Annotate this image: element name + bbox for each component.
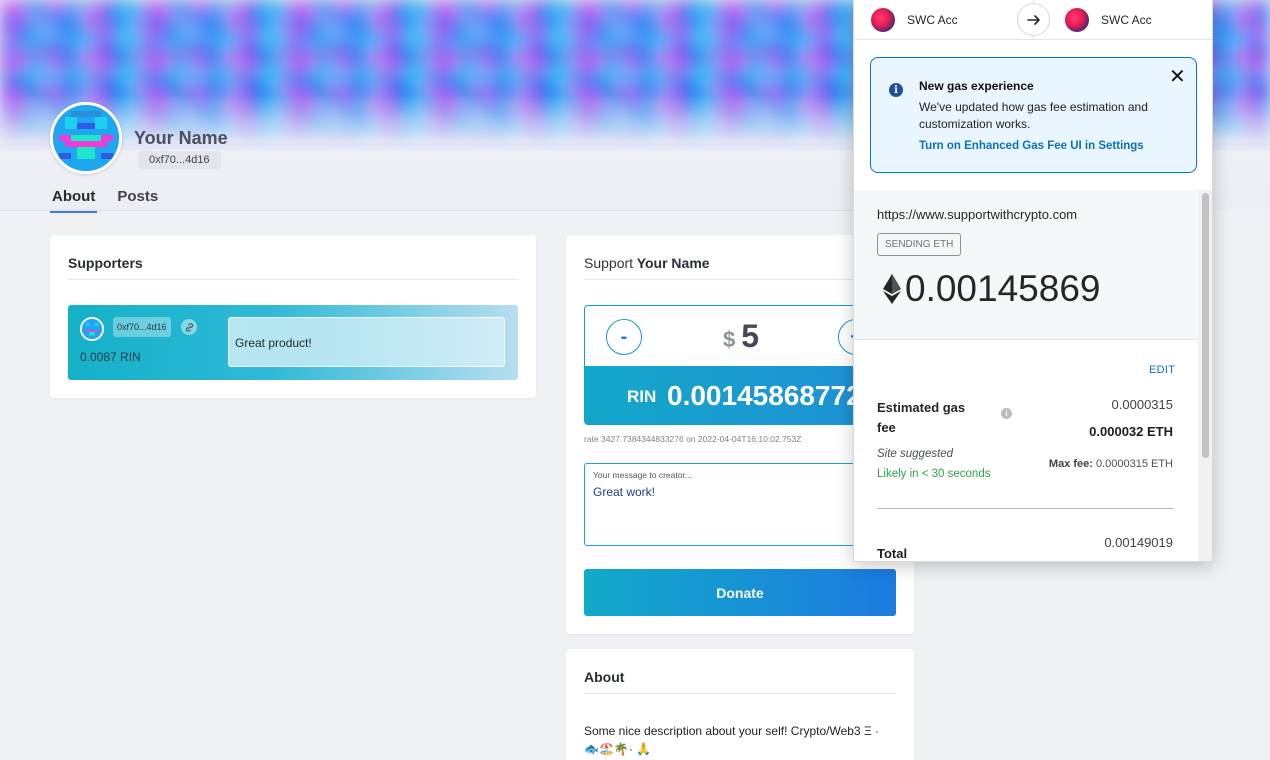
site-origin: https://www.supportwithcrypto.com <box>877 207 1078 222</box>
usd-amount[interactable]: 5 <box>741 318 759 354</box>
arrow-right-glyph <box>1026 14 1040 25</box>
from-account[interactable]: SWC Acc <box>871 8 958 32</box>
about-description: Some nice description about your self! C… <box>584 724 880 756</box>
crypto-amount: 0.00145868772 <box>667 380 862 411</box>
message-label: Your message to creator... <box>593 470 692 480</box>
message-value[interactable]: Great work! <box>593 485 887 499</box>
max-fee-label: Max fee: <box>1048 458 1093 470</box>
gas-notice-title: New gas experience <box>919 79 1034 93</box>
gas-fee-eth: 0.000032 ETH <box>1089 424 1173 439</box>
supporter-avatar-art <box>82 319 102 339</box>
to-account[interactable]: SWC Acc <box>1065 8 1152 32</box>
account-header: SWC Acc SWC Acc <box>854 0 1212 40</box>
gas-notice: i ✕ New gas experience We've updated how… <box>870 57 1197 173</box>
arrow-right-icon <box>1017 3 1050 36</box>
to-account-name: SWC Acc <box>1101 13 1152 27</box>
info-icon: i <box>889 83 903 97</box>
crypto-amount-bar: RIN 0.00145868772 <box>585 366 895 424</box>
total-label: Total <box>877 546 908 561</box>
supporter-message: Great product! <box>228 317 505 367</box>
total-divider <box>877 508 1174 509</box>
supporters-title: Supporters <box>68 255 518 280</box>
close-icon[interactable]: ✕ <box>1169 67 1186 87</box>
supporters-card: Supporters 0xf70...4d16 0.0087 RIN Great… <box>50 235 536 398</box>
account-avatar <box>871 8 895 32</box>
about-title: About <box>584 669 896 694</box>
site-suggested-label: Site suggested <box>877 448 954 460</box>
max-fee: Max fee: 0.0000315 ETH <box>1049 458 1173 470</box>
sending-badge: SENDING ETH <box>877 233 962 256</box>
eth-amount-value: 0.00145869 <box>905 268 1101 309</box>
message-textarea[interactable]: Your message to creator... Great work! <box>584 463 896 546</box>
profile-avatar[interactable] <box>50 102 122 174</box>
profile-name: Your Name <box>134 128 228 148</box>
supporter-address[interactable]: 0xf70...4d16 <box>113 317 171 337</box>
donate-button[interactable]: Donate <box>584 569 896 616</box>
max-fee-value: 0.0000315 ETH <box>1095 458 1173 470</box>
enhanced-gas-settings-link[interactable]: Turn on Enhanced Gas Fee UI in Settings <box>919 140 1144 152</box>
estimated-gas-label: Estimated gas fee <box>877 400 966 435</box>
amount-selector: $5 - + RIN 0.00145868772 <box>584 305 896 425</box>
supporter-amount: 0.0087 RIN <box>80 350 141 364</box>
gas-notice-body: We've updated how gas fee estimation and… <box>919 100 1148 131</box>
support-title-name: Your Name <box>636 255 710 271</box>
gas-info-icon[interactable]: i <box>1001 408 1012 419</box>
link-icon[interactable] <box>181 319 197 335</box>
eth-amount: 0.00145869 <box>881 268 1100 310</box>
avatar-pixel-art <box>53 105 119 171</box>
exchange-rate: rate 3427.7384344833276 on 2022-04-04T16… <box>584 434 802 444</box>
metamask-popup: SWC Acc SWC Acc i ✕ New gas experience W… <box>853 0 1213 562</box>
support-title-prefix: Support <box>584 255 634 271</box>
decrement-button[interactable]: - <box>606 319 642 355</box>
scrollbar-thumb[interactable] <box>1202 193 1209 458</box>
crypto-currency: RIN <box>627 387 657 406</box>
total-value: 0.00149019 <box>1104 535 1173 550</box>
likely-time: Likely in < 30 seconds <box>877 468 991 480</box>
currency-symbol: $ <box>722 327 736 352</box>
supporter-avatar <box>80 317 104 341</box>
transaction-summary: https://www.supportwithcrypto.com SENDIN… <box>854 190 1198 340</box>
profile-address[interactable]: 0xf70...4d16 <box>138 151 221 169</box>
support-title: Support Your Name <box>584 255 896 280</box>
about-card: About Some nice description about your s… <box>566 649 914 760</box>
from-account-name: SWC Acc <box>907 13 958 27</box>
gas-fee-value: 0.0000315 <box>1111 397 1173 412</box>
edit-gas-button[interactable]: EDIT <box>1149 364 1175 376</box>
ethereum-icon <box>883 274 901 304</box>
tabs-divider <box>0 210 860 211</box>
account-avatar <box>1065 8 1089 32</box>
link-icon-glyph <box>185 322 193 332</box>
supporter-item: 0xf70...4d16 0.0087 RIN Great product! <box>68 305 518 380</box>
